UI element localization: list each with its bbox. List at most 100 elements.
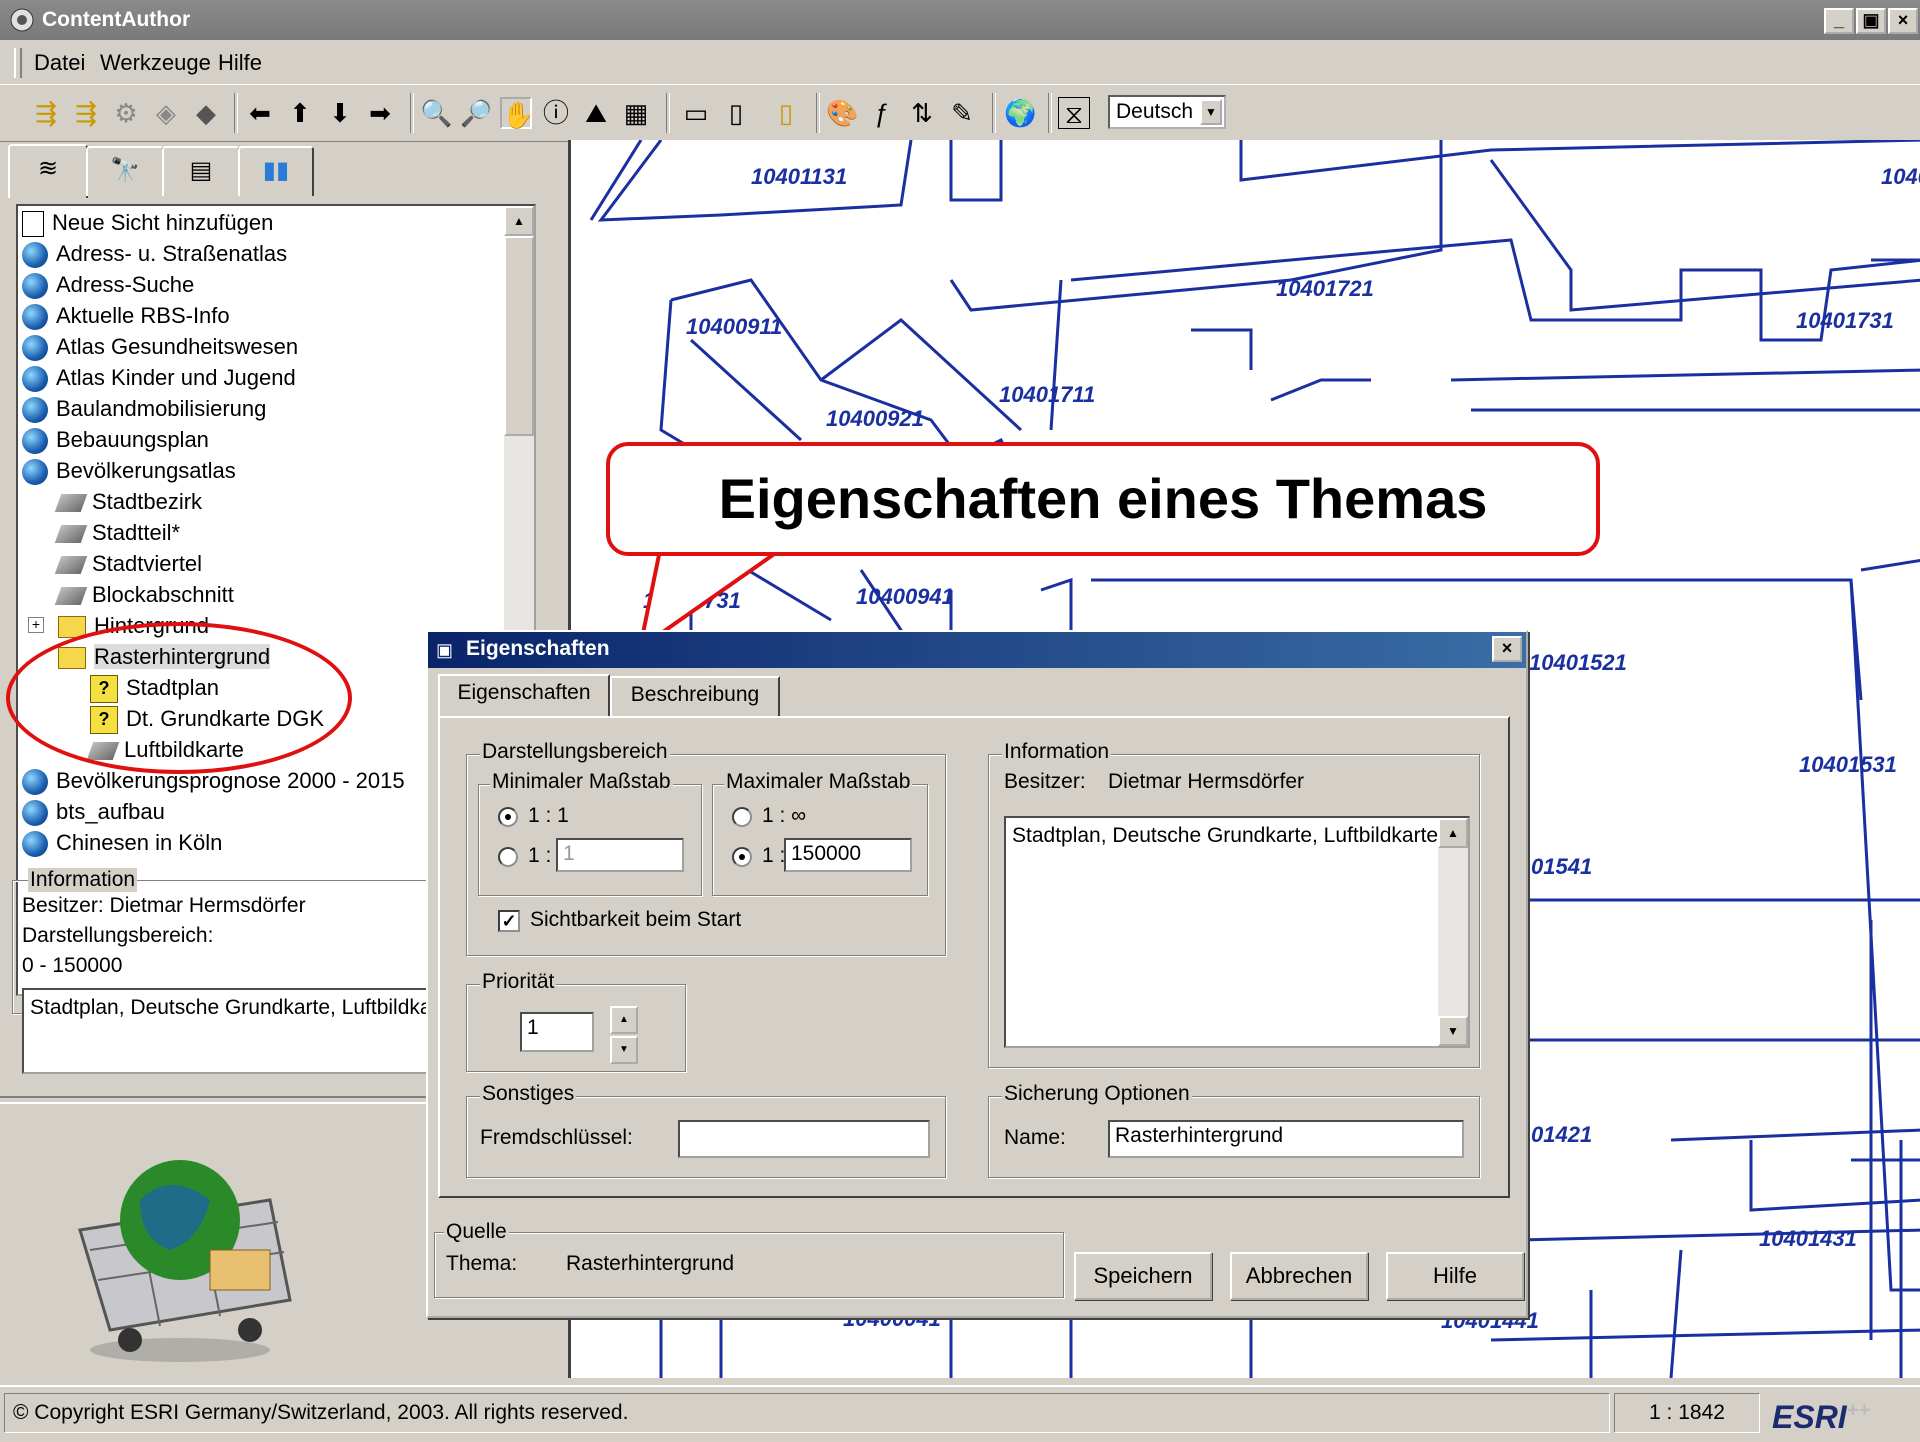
sheet-icon[interactable]: ▯ xyxy=(720,97,752,129)
tree-item-label: Baulandmobilisierung xyxy=(56,396,267,421)
tree-item-theme[interactable]: Stadtbezirk xyxy=(54,487,202,517)
callout-text: Eigenschaften eines Themas xyxy=(718,467,1488,530)
arrow-down-icon[interactable]: ⬇ xyxy=(324,97,356,129)
select-icon[interactable]: ▦ xyxy=(620,97,652,129)
parcel-label: 10401521 xyxy=(1529,650,1627,675)
arrow-up-icon[interactable]: ⬆ xyxy=(284,97,316,129)
tab-chart[interactable]: ▮▮ xyxy=(238,146,314,196)
pan-hand-icon[interactable]: ✋ xyxy=(500,97,534,130)
legend-icon[interactable]: ▯ xyxy=(770,97,802,129)
max-scale-input[interactable]: 150000 xyxy=(784,838,912,872)
toolbar-separator xyxy=(992,93,996,133)
arrow-left-icon[interactable]: ⬅ xyxy=(244,97,276,129)
tree-item-view[interactable]: bts_aufbau xyxy=(22,797,165,827)
tree-item-add-view[interactable]: Neue Sicht hinzufügen xyxy=(22,208,273,238)
language-select-value: Deutsch xyxy=(1116,100,1194,123)
tab-eigenschaften[interactable]: Eigenschaften xyxy=(438,674,610,718)
info-icon[interactable]: ⓘ xyxy=(540,97,572,129)
arrow-right-icon[interactable]: ➡ xyxy=(364,97,396,129)
tree-item-view[interactable]: Adress-Suche xyxy=(22,270,194,300)
max-scale-radio-2[interactable] xyxy=(732,847,752,867)
menu-datei[interactable]: Datei xyxy=(34,50,85,76)
palette-icon[interactable]: 🎨 xyxy=(826,97,858,129)
tree-item-theme[interactable]: Stadtviertel xyxy=(54,549,202,579)
scroll-up-icon[interactable]: ▲ xyxy=(1438,818,1468,848)
max-scale-radio-1[interactable] xyxy=(732,807,752,827)
add-layer-icon[interactable]: ⇶ xyxy=(30,97,62,129)
scroll-down-icon[interactable]: ▼ xyxy=(1438,1016,1468,1046)
function-icon[interactable]: ƒ xyxy=(866,97,898,129)
toolbar: ⇶ ⇶ ⚙ ◈ ◆ ⬅ ⬆ ⬇ ➡ 🔍 🔎 ✋ ⓘ ⛰ ▦ ▭ ▯ ▯ 🎨 ƒ … xyxy=(0,84,1920,142)
quelle-group xyxy=(434,1232,1064,1298)
tree-item-view[interactable]: Atlas Kinder und Jugend xyxy=(22,363,296,393)
zoom-out-icon[interactable]: 🔎 xyxy=(460,97,492,129)
priority-input[interactable]: 1 xyxy=(520,1012,594,1052)
expand-plus-icon[interactable]: + xyxy=(28,617,44,633)
remove-layer-icon[interactable]: ⇶ xyxy=(70,97,102,129)
left-range-value: 0 - 150000 xyxy=(22,954,123,977)
globe-icon xyxy=(22,273,48,300)
menu-hilfe[interactable]: Hilfe xyxy=(218,50,262,76)
visibility-checkbox[interactable]: ✓ xyxy=(498,910,520,932)
description-scrollbar[interactable]: ▲ ▼ xyxy=(1438,818,1468,1046)
tree-item-view[interactable]: Chinesen in Köln xyxy=(22,828,222,858)
dialog-app-icon: ▣ xyxy=(436,640,454,660)
menu-werkzeuge[interactable]: Werkzeuge xyxy=(100,50,211,76)
min-scale-radio-1[interactable] xyxy=(498,807,518,827)
close-button[interactable]: × xyxy=(1888,8,1918,34)
layer-order-icon[interactable]: ◆ xyxy=(190,97,222,129)
spin-down-icon[interactable]: ▼ xyxy=(610,1036,638,1064)
max-scale-opt2: 1 : xyxy=(762,844,786,867)
tree-item-view[interactable]: Atlas Gesundheitswesen xyxy=(22,332,298,362)
sort-icon[interactable]: ⇅ xyxy=(906,97,938,129)
tree-item-view[interactable]: Adress- u. Straßenatlas xyxy=(22,239,287,269)
cancel-button[interactable]: Abbrechen xyxy=(1230,1252,1368,1300)
tab-search[interactable]: 🔭 xyxy=(86,146,164,196)
tree-item-view[interactable]: Aktuelle RBS-Info xyxy=(22,301,230,331)
zoom-in-icon[interactable]: 🔍 xyxy=(420,97,452,129)
thema-label: Thema: xyxy=(446,1252,518,1275)
scroll-thumb[interactable] xyxy=(504,236,534,436)
tree-item-view-expanded[interactable]: Bevölkerungsatlas xyxy=(22,456,236,486)
scale-icon[interactable]: ⧖ xyxy=(1058,97,1090,129)
new-view-icon[interactable]: ▭ xyxy=(680,97,712,129)
edit-pen-icon[interactable]: ✎ xyxy=(946,97,978,129)
layer-settings-icon[interactable]: ◈ xyxy=(150,97,182,129)
minimize-button[interactable]: _ xyxy=(1824,8,1854,34)
tab-beschreibung[interactable]: Beschreibung xyxy=(610,676,780,716)
help-button[interactable]: Hilfe xyxy=(1386,1252,1524,1300)
tree-item-label: Adress-Suche xyxy=(56,272,195,297)
description-textarea[interactable]: Stadtplan, Deutsche Grundkarte, Luftbild… xyxy=(1004,816,1470,1048)
restore-button[interactable]: ▣ xyxy=(1856,8,1886,34)
scroll-up-icon[interactable]: ▲ xyxy=(504,206,534,236)
properties-dialog: ▣ Eigenschaften × Eigenschaften Beschrei… xyxy=(426,630,1528,1318)
tree-item-view[interactable]: Baulandmobilisierung xyxy=(22,394,266,424)
left-info-label: Information xyxy=(28,868,138,892)
tree-item-theme[interactable]: Stadtteil* xyxy=(54,518,180,548)
foreign-key-input[interactable] xyxy=(678,1120,930,1158)
spin-up-icon[interactable]: ▲ xyxy=(610,1006,638,1034)
name-input[interactable]: Rasterhintergrund xyxy=(1108,1120,1464,1158)
tab-layers[interactable]: ≋ xyxy=(8,144,88,198)
menubar-grip xyxy=(14,48,22,78)
tree-item-theme[interactable]: Blockabschnitt xyxy=(54,580,234,610)
language-select[interactable]: Deutsch ▼ xyxy=(1108,95,1226,129)
window-titlebar: ContentAuthor _ ▣ × xyxy=(0,0,1920,40)
dialog-close-button[interactable]: × xyxy=(1492,636,1522,662)
dialog-titlebar[interactable]: ▣ Eigenschaften × xyxy=(428,632,1526,668)
tab-table[interactable]: ▤ xyxy=(162,146,240,196)
chevron-down-icon[interactable]: ▼ xyxy=(1200,99,1222,125)
parcel-label: 10401721 xyxy=(1276,276,1374,301)
min-scale-input[interactable]: 1 xyxy=(556,838,684,872)
layer-properties-icon[interactable]: ⚙ xyxy=(110,97,142,129)
tree-item-label: Atlas Kinder und Jugend xyxy=(56,365,296,390)
measure-icon[interactable]: ⛰ xyxy=(580,97,612,129)
tree-item-view[interactable]: Bebauungsplan xyxy=(22,425,209,455)
min-scale-radio-2[interactable] xyxy=(498,847,518,867)
left-description-box[interactable]: Stadtplan, Deutsche Grundkarte, Luftbild… xyxy=(22,988,428,1074)
tree-item-label: Atlas Gesundheitswesen xyxy=(56,334,299,359)
globe-icon[interactable]: 🌍 xyxy=(1004,97,1036,129)
save-button[interactable]: Speichern xyxy=(1074,1252,1212,1300)
tree-item-label: Aktuelle RBS-Info xyxy=(56,303,230,328)
toolbar-separator xyxy=(666,93,670,133)
